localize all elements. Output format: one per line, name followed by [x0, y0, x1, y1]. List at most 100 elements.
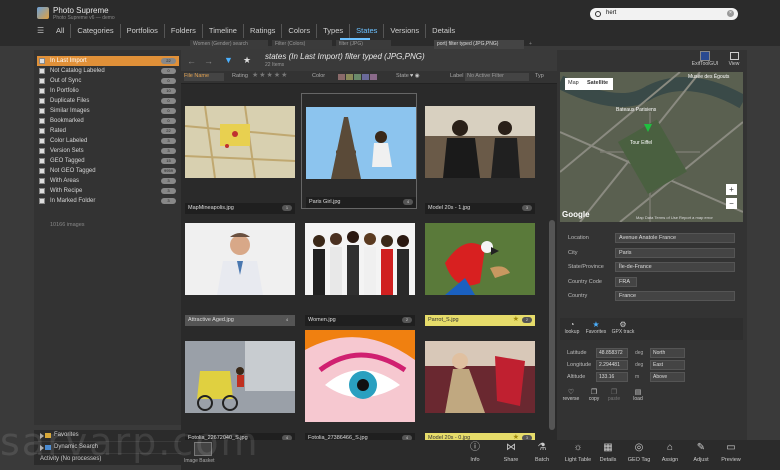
country-field[interactable]: France: [615, 291, 735, 301]
tab-ratings[interactable]: Ratings: [244, 24, 283, 38]
doc-tab[interactable]: Women (Gender) search: [190, 40, 268, 49]
scrollbar-thumb[interactable]: [549, 220, 555, 430]
library-item[interactable]: Similar Images 0: [37, 106, 179, 116]
checkbox-icon[interactable]: [39, 138, 45, 144]
doc-tab[interactable]: Filter (Colors): [272, 40, 332, 49]
thumbnail[interactable]: Model 20s - 0.jpg ★ 3: [421, 330, 537, 452]
checkbox-icon[interactable]: [39, 158, 45, 164]
clear-search-icon[interactable]: ×: [727, 10, 734, 17]
library-item[interactable]: Duplicate Files 0: [37, 96, 179, 106]
filter-icon[interactable]: ▼: [224, 55, 233, 65]
color-swatch[interactable]: [354, 74, 361, 80]
checkbox-icon[interactable]: [39, 118, 45, 124]
color-swatch[interactable]: [338, 74, 345, 80]
load-button[interactable]: ▤ load: [630, 388, 646, 402]
checkbox-icon[interactable]: [39, 188, 45, 194]
checkbox-icon[interactable]: [39, 78, 45, 84]
library-item[interactable]: GEO Tagged 15: [37, 156, 179, 166]
library-item[interactable]: Out of Sync 0: [37, 76, 179, 86]
latitude-field[interactable]: 48.858372: [596, 348, 628, 358]
checkbox-icon[interactable]: [39, 148, 45, 154]
thumbnail[interactable]: Model 20s - 1.jpg 3: [421, 100, 537, 222]
library-item[interactable]: Not GEO Tagged 9959: [37, 166, 179, 176]
search-input[interactable]: hert ×: [590, 8, 738, 20]
library-item[interactable]: With Recipe 3: [37, 186, 179, 196]
satellite-tab[interactable]: Satellite: [587, 80, 608, 86]
library-item[interactable]: In Portfolio 10: [37, 86, 179, 96]
tab-colors[interactable]: Colors: [282, 24, 318, 38]
checkbox-icon[interactable]: [39, 98, 45, 104]
thumbnail[interactable]: Attractive Aged.jpg 4: [181, 212, 297, 334]
library-item[interactable]: With Areas 3: [37, 176, 179, 186]
checkbox-icon[interactable]: [39, 68, 45, 74]
state-filter-icons[interactable]: ♥ ◉: [410, 73, 420, 79]
adjust-button[interactable]: ✎ Adjust: [684, 442, 718, 463]
library-item[interactable]: Not Catalog Labeled 0: [37, 66, 179, 76]
latitude-direction-dropdown[interactable]: North: [650, 348, 685, 358]
map-pin-icon[interactable]: [644, 124, 652, 132]
type-filter-label[interactable]: Typ: [535, 73, 544, 79]
batch-button[interactable]: ⚗ Batch: [525, 442, 559, 463]
library-item[interactable]: In Last Import 22: [37, 56, 179, 66]
rating-filter-stars-icon[interactable]: ★★★★★: [252, 71, 288, 79]
location-field[interactable]: Avenue Anatole France: [615, 233, 735, 243]
tab-states[interactable]: States: [350, 24, 385, 38]
zoom-out-button[interactable]: −: [726, 198, 737, 209]
country-code-field[interactable]: FRA: [615, 277, 637, 287]
altitude-field[interactable]: 133.16: [596, 372, 628, 382]
details-button[interactable]: ▦ Details: [591, 442, 625, 463]
paste-button[interactable]: ❐ paste: [606, 388, 622, 402]
doc-tab-active[interactable]: port) filter typed (JPG,PNG): [434, 40, 524, 49]
longitude-direction-dropdown[interactable]: East: [650, 360, 685, 370]
checkbox-icon[interactable]: [39, 58, 45, 64]
library-item[interactable]: Bookmarked 0: [37, 116, 179, 126]
view-button[interactable]: View: [724, 51, 744, 67]
altitude-direction-dropdown[interactable]: Above: [650, 372, 685, 382]
label-filter-dropdown[interactable]: No Active Filter: [465, 73, 529, 81]
assign-button[interactable]: ⌂ Assign: [653, 442, 687, 463]
checkbox-icon[interactable]: [39, 128, 45, 134]
new-tab-icon[interactable]: +: [526, 40, 534, 49]
checkbox-icon[interactable]: [39, 88, 45, 94]
doc-tab[interactable]: filter (JPG): [336, 40, 391, 49]
tab-types[interactable]: Types: [317, 24, 351, 38]
color-swatch[interactable]: [362, 74, 369, 80]
gpx-track-button[interactable]: ⚙ GPX track: [610, 320, 636, 335]
checkbox-icon[interactable]: [39, 198, 45, 204]
lookup-button[interactable]: ◔ lookup: [562, 320, 582, 335]
tab-details[interactable]: Details: [426, 24, 461, 38]
sort-dropdown[interactable]: File Name: [184, 73, 224, 81]
tab-all[interactable]: All: [50, 24, 72, 38]
grid-menu-icon[interactable]: ☰: [37, 26, 44, 35]
thumbnail[interactable]: MapMineapolis.jpg 1: [181, 100, 297, 222]
color-swatch[interactable]: [370, 74, 377, 80]
checkbox-icon[interactable]: [39, 178, 45, 184]
zoom-in-button[interactable]: +: [726, 184, 737, 195]
city-field[interactable]: Paris: [615, 248, 735, 258]
color-swatch[interactable]: [346, 74, 353, 80]
bookmark-star-icon[interactable]: ★: [243, 55, 251, 66]
longitude-field[interactable]: 2.294481: [596, 360, 628, 370]
share-button[interactable]: ⋈ Share: [494, 442, 528, 463]
copy-button[interactable]: ❐ copy: [586, 388, 602, 402]
tab-versions[interactable]: Versions: [384, 24, 427, 38]
geo-tag-button[interactable]: ◎ GEO Tag: [622, 442, 656, 463]
thumbnail[interactable]: Parrot_S.jpg ★ 2: [421, 212, 537, 334]
forward-arrow-icon[interactable]: →: [204, 56, 213, 66]
reverse-button[interactable]: ♡ reverse: [562, 388, 580, 402]
light-table-button[interactable]: ☼ Light Table: [561, 442, 595, 463]
state-field[interactable]: Île-de-France: [615, 262, 735, 272]
favorites-button[interactable]: ★ Favorites: [584, 320, 608, 335]
map-tab[interactable]: Map: [568, 80, 579, 86]
tab-folders[interactable]: Folders: [165, 24, 203, 38]
thumbnail[interactable]: Fotolia_27386466_S.jpg 4: [301, 330, 417, 452]
library-item[interactable]: Rated 22: [37, 126, 179, 136]
exiftool-button[interactable]: ExifToolGUI: [690, 51, 720, 67]
library-item[interactable]: In Marked Folder 3: [37, 196, 179, 206]
checkbox-icon[interactable]: [39, 168, 45, 174]
map-view[interactable]: Bateaux Parisiens Tour Eiffel Musée des …: [560, 72, 743, 222]
checkbox-icon[interactable]: [39, 108, 45, 114]
thumbnail-selected[interactable]: Paris Girl.jpg 4: [301, 93, 417, 209]
library-item[interactable]: Version Sets 3: [37, 146, 179, 156]
library-item[interactable]: Color Labeled 3: [37, 136, 179, 146]
